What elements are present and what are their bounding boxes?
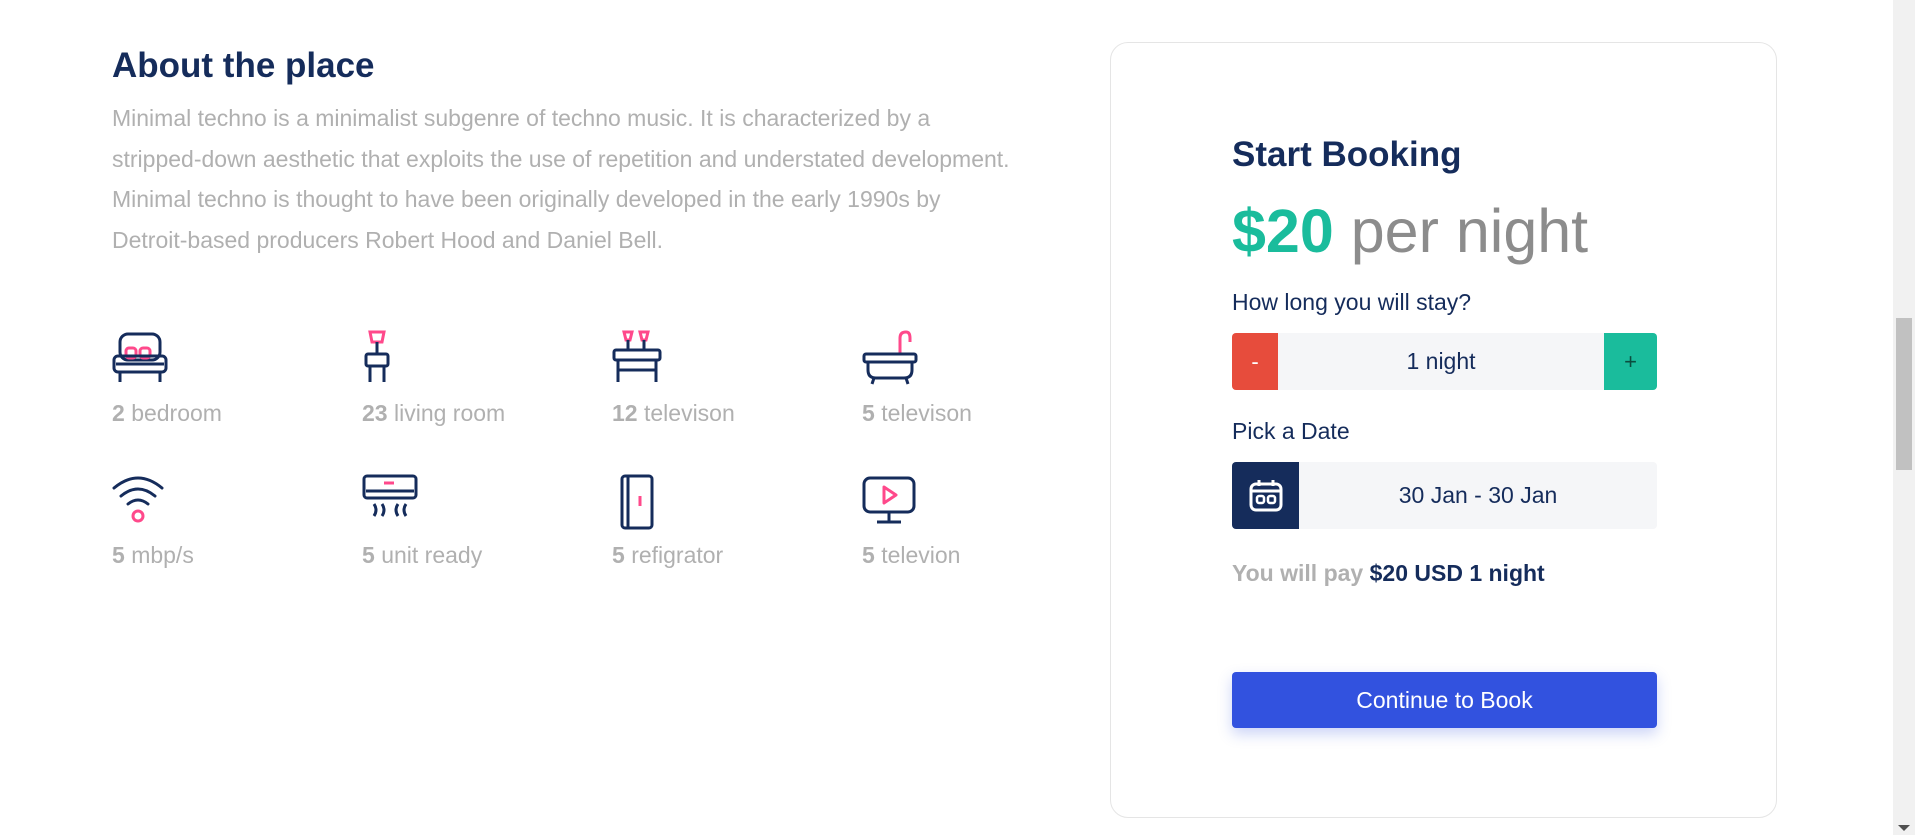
feature-item-air-conditioner: 5 unit ready (362, 474, 592, 568)
feature-label: 23 living room (362, 400, 505, 427)
feature-label: 5 televison (862, 400, 972, 427)
decrease-night-button[interactable]: - (1232, 333, 1278, 390)
feature-count: 5 (612, 542, 625, 568)
page-scrollbar[interactable] (1893, 0, 1915, 835)
living-room-icon (364, 330, 390, 382)
table-icon (612, 330, 662, 382)
television-icon (862, 476, 916, 524)
feature-name: televison (643, 400, 735, 426)
feature-name: televison (881, 400, 972, 426)
feature-count: 2 (112, 400, 125, 426)
duration-stepper: - 1 night + (1232, 333, 1657, 390)
date-picker-field[interactable]: 30 Jan - 30 Jan (1232, 462, 1657, 529)
price-per-night: $20 per night (1232, 191, 1588, 271)
feature-name: living room (393, 400, 506, 426)
scrollbar-thumb[interactable] (1896, 318, 1912, 470)
scroll-down-icon[interactable] (1898, 825, 1910, 831)
feature-label: 5 refigrator (612, 542, 723, 569)
feature-label: 12 televison (612, 400, 735, 427)
feature-item-bedroom: 2 bedroom (112, 330, 342, 426)
feature-count: 5 (862, 542, 875, 568)
feature-item-bathtub: 5 televison (862, 330, 1092, 426)
date-range-value[interactable]: 30 Jan - 30 Jan (1299, 462, 1657, 529)
wifi-icon (112, 476, 164, 523)
feature-count: 12 (612, 400, 638, 426)
bathtub-icon (862, 330, 918, 385)
price-amount: $20 (1232, 197, 1334, 265)
feature-name: unit ready (381, 542, 483, 568)
feature-item-living-room: 23 living room (362, 330, 592, 426)
payment-summary: You will pay $20 USD 1 night (1232, 560, 1545, 587)
feature-label: 5 mbp/s (112, 542, 194, 569)
about-section: About the place Minimal techno is a mini… (112, 44, 1032, 260)
feature-item-television: 5 televion (862, 474, 1092, 568)
feature-item-refrigerator: 5 refigrator (612, 474, 842, 568)
feature-name: bedroom (131, 400, 222, 426)
feature-count: 5 (862, 400, 875, 426)
air-conditioner-icon (362, 474, 418, 517)
continue-to-book-button[interactable]: Continue to Book (1232, 672, 1657, 728)
about-title: About the place (112, 46, 375, 85)
refrigerator-icon (620, 474, 654, 530)
feature-item-table: 12 televison (612, 330, 842, 426)
feature-name: televion (881, 542, 961, 568)
payment-label: You will pay (1232, 560, 1364, 586)
feature-label: 5 unit ready (362, 542, 482, 569)
calendar-icon[interactable] (1232, 462, 1299, 529)
price-unit: per night (1350, 197, 1589, 265)
duration-value[interactable]: 1 night (1278, 333, 1604, 390)
feature-count: 5 (362, 542, 375, 568)
payment-value: $20 USD 1 night (1369, 560, 1545, 586)
feature-label: 2 bedroom (112, 400, 222, 427)
booking-card: Start Booking $20 per night How long you… (1110, 42, 1777, 818)
feature-name: mbp/s (131, 542, 194, 568)
feature-count: 23 (362, 400, 388, 426)
feature-count: 5 (112, 542, 125, 568)
feature-label: 5 televion (862, 542, 960, 569)
bed-icon (112, 332, 168, 382)
duration-label: How long you will stay? (1232, 289, 1472, 315)
increase-night-button[interactable]: + (1604, 333, 1657, 390)
about-description: Minimal techno is a minimalist subgenre … (112, 105, 1010, 253)
date-label: Pick a Date (1232, 418, 1350, 444)
feature-name: refigrator (631, 542, 724, 568)
feature-item-wifi: 5 mbp/s (112, 474, 342, 568)
booking-title: Start Booking (1232, 135, 1462, 174)
